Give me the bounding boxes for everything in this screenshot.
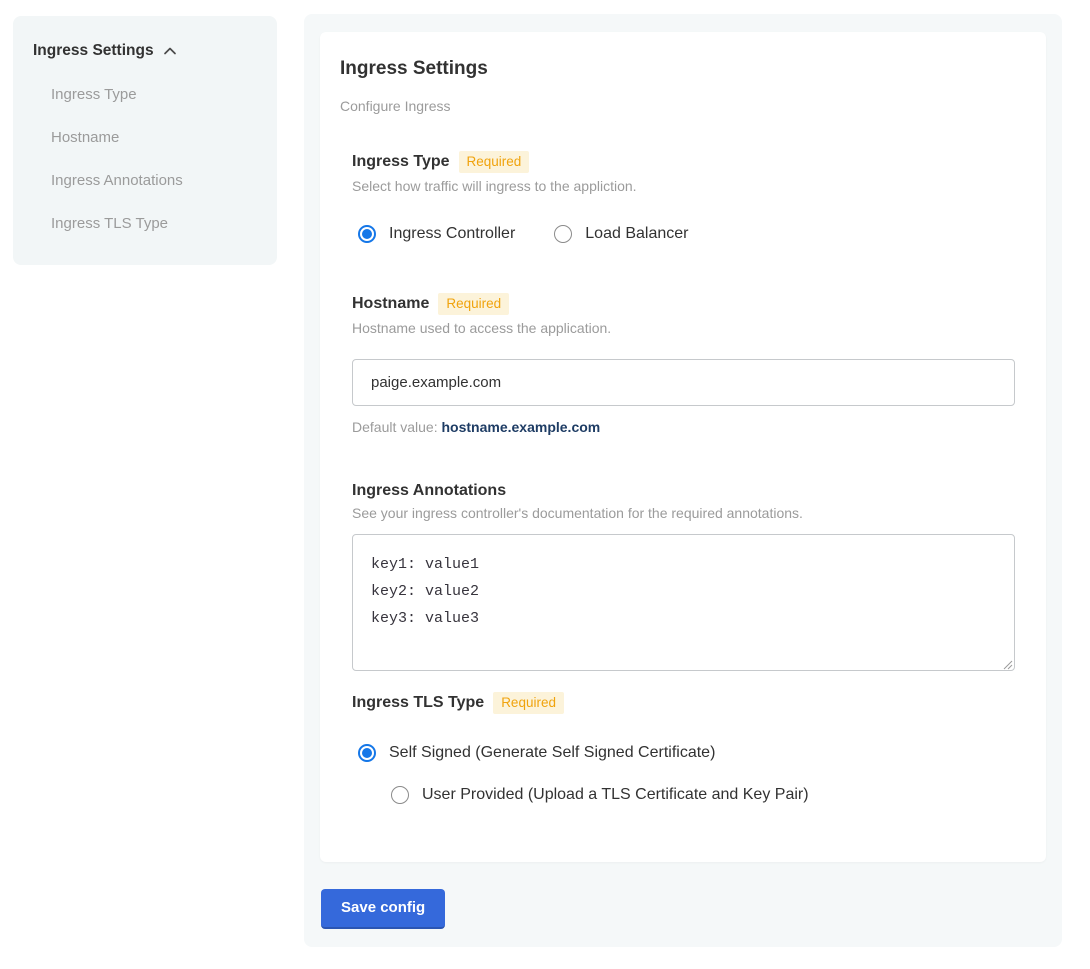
- default-label: Default value:: [352, 419, 442, 435]
- config-panel: Ingress Settings Configure Ingress Ingre…: [304, 14, 1062, 947]
- radio-icon: [358, 225, 376, 243]
- ingress-type-label: Ingress Type: [352, 153, 450, 171]
- radio-label: Load Balancer: [585, 225, 688, 243]
- radio-icon: [554, 225, 572, 243]
- radio-icon: [358, 744, 376, 762]
- config-nav-sidebar: Ingress Settings Ingress Type Hostname I…: [13, 16, 277, 265]
- radio-label: User Provided (Upload a TLS Certificate …: [422, 786, 809, 804]
- radio-icon: [391, 786, 409, 804]
- ingress-type-help: Select how traffic will ingress to the a…: [352, 178, 1016, 194]
- field-hostname: Hostname Required Hostname used to acces…: [352, 293, 1016, 435]
- hostname-default-line: Default value: hostname.example.com: [352, 419, 1016, 435]
- required-badge: Required: [459, 151, 530, 173]
- hostname-help: Hostname used to access the application.: [352, 320, 1016, 336]
- sidebar-item-ingress-type[interactable]: Ingress Type: [33, 86, 261, 103]
- field-ingress-type: Ingress Type Required Select how traffic…: [352, 151, 1016, 243]
- annotations-help: See your ingress controller's documentat…: [352, 505, 1016, 521]
- field-ingress-annotations: Ingress Annotations See your ingress con…: [352, 482, 1016, 671]
- sidebar-group-label: Ingress Settings: [33, 42, 154, 60]
- radio-ingress-controller[interactable]: Ingress Controller: [352, 225, 515, 243]
- radio-label: Self Signed (Generate Self Signed Certif…: [389, 744, 715, 762]
- sidebar-item-ingress-tls-type[interactable]: Ingress TLS Type: [33, 215, 261, 232]
- radio-self-signed[interactable]: Self Signed (Generate Self Signed Certif…: [352, 744, 1016, 762]
- radio-load-balancer[interactable]: Load Balancer: [548, 225, 688, 243]
- sidebar-item-hostname[interactable]: Hostname: [33, 129, 261, 146]
- hostname-input[interactable]: [352, 359, 1015, 406]
- annotations-textarea[interactable]: key1: value1 key2: value2 key3: value3: [352, 534, 1015, 671]
- sidebar-item-ingress-annotations[interactable]: Ingress Annotations: [33, 172, 261, 189]
- hostname-label: Hostname: [352, 295, 429, 313]
- ingress-settings-card: Ingress Settings Configure Ingress Ingre…: [320, 32, 1046, 862]
- required-badge: Required: [493, 692, 564, 714]
- save-config-button[interactable]: Save config: [321, 889, 445, 929]
- chevron-up-icon: [162, 43, 178, 59]
- radio-label: Ingress Controller: [389, 225, 515, 243]
- tls-type-label: Ingress TLS Type: [352, 694, 484, 712]
- annotations-label: Ingress Annotations: [352, 482, 506, 500]
- radio-user-provided[interactable]: User Provided (Upload a TLS Certificate …: [385, 786, 1016, 804]
- required-badge: Required: [438, 293, 509, 315]
- default-value: hostname.example.com: [442, 419, 601, 435]
- page-title: Ingress Settings: [340, 58, 1016, 80]
- field-ingress-tls-type: Ingress TLS Type Required Self Signed (G…: [352, 692, 1016, 804]
- page-subtitle: Configure Ingress: [340, 98, 1016, 114]
- sidebar-group-ingress-settings[interactable]: Ingress Settings: [33, 42, 261, 60]
